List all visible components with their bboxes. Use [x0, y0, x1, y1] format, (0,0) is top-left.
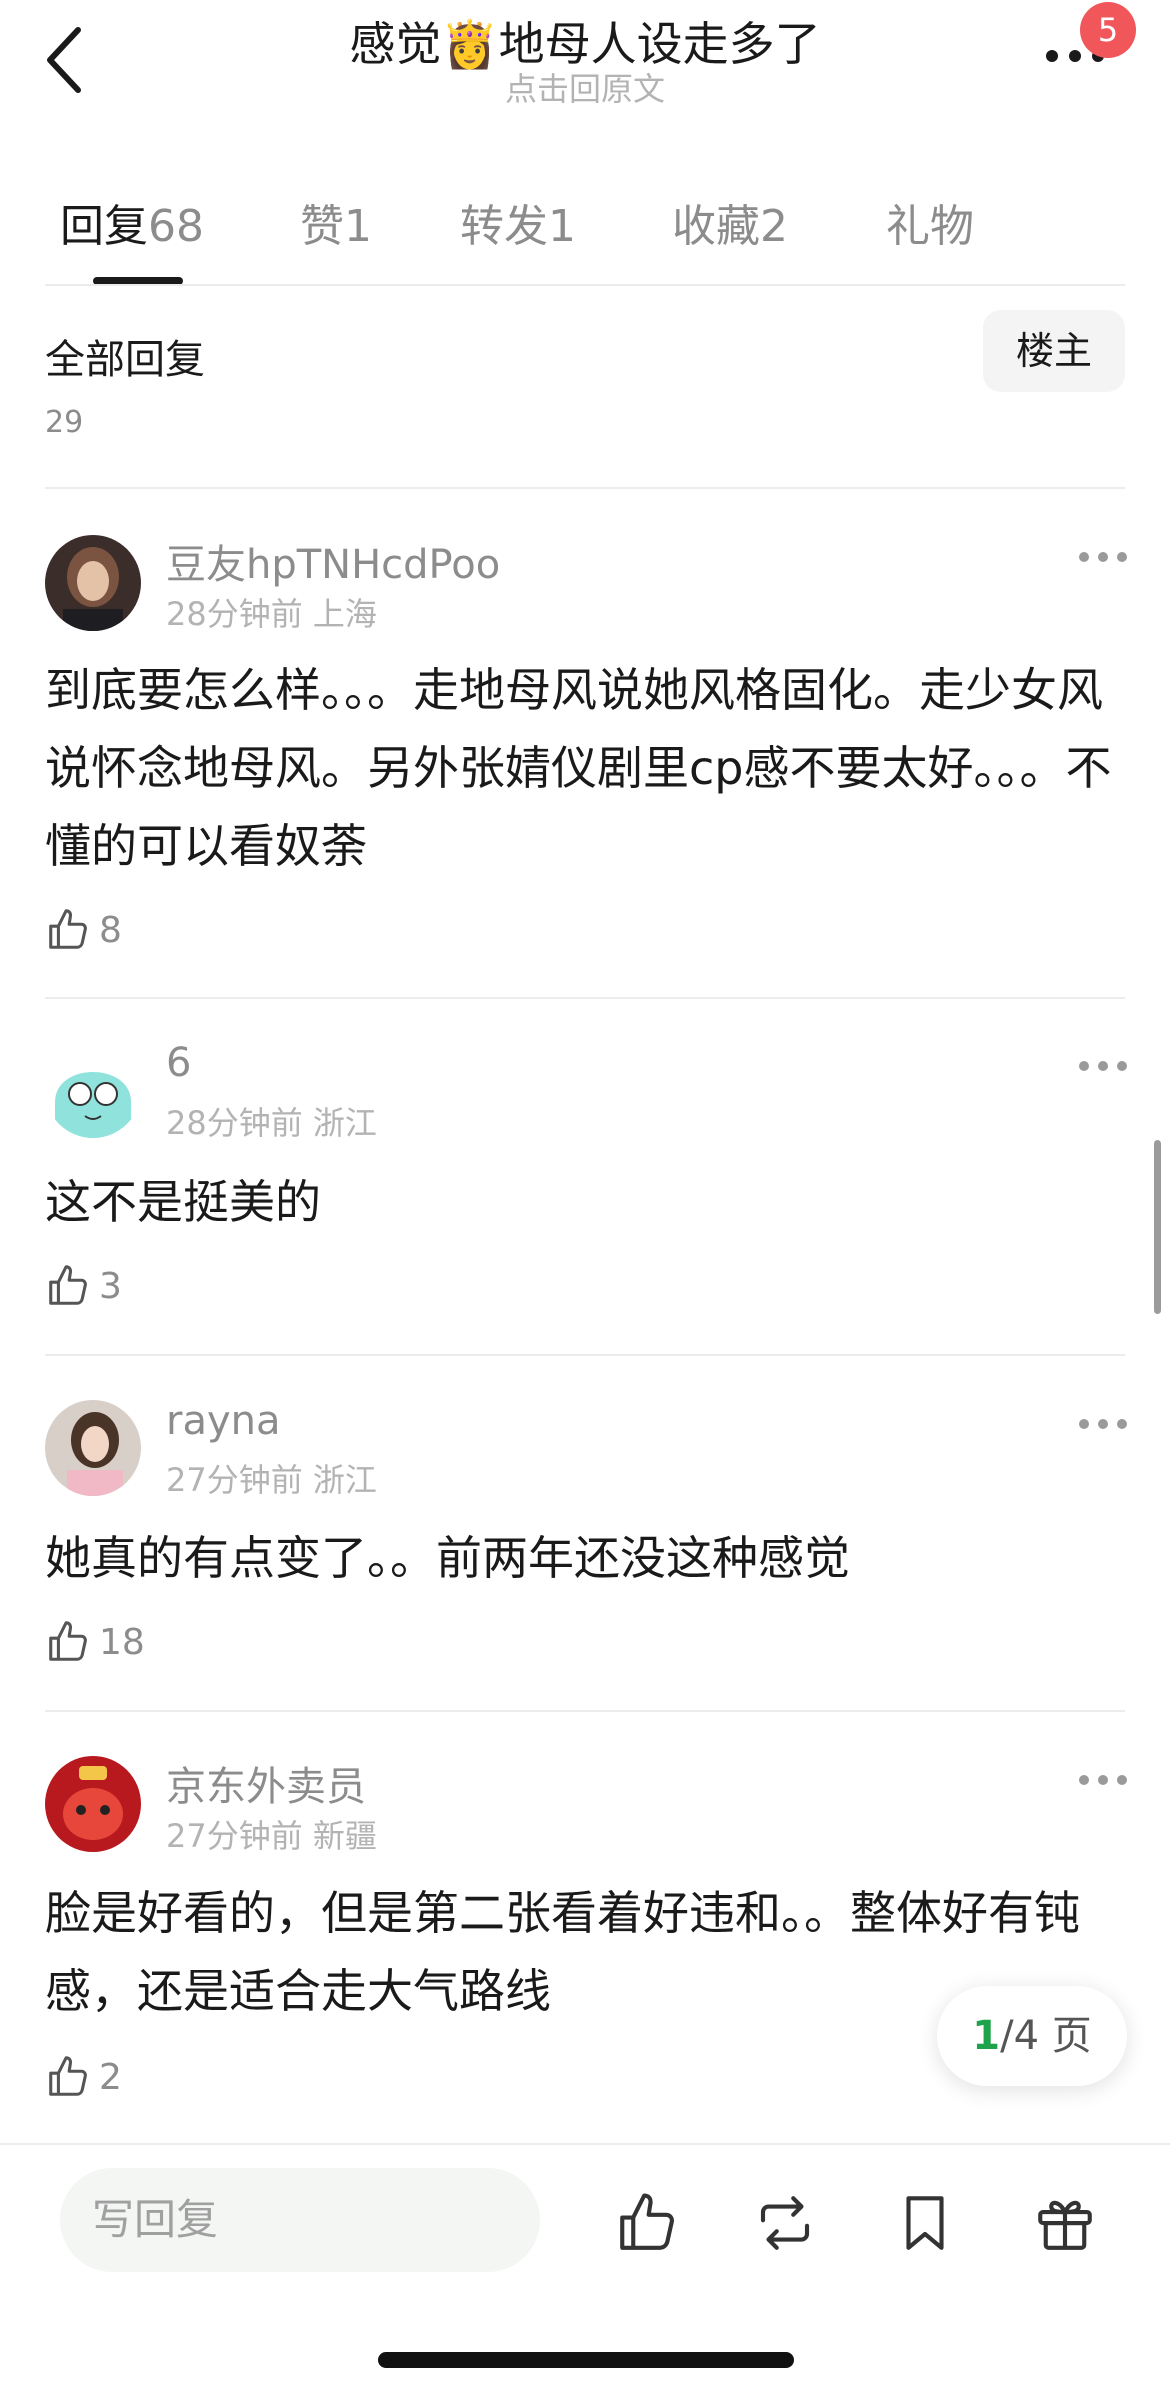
thumb-up-icon: [49, 2056, 87, 2096]
avatar[interactable]: [45, 1756, 141, 1852]
comment-more-icon[interactable]: [1078, 1058, 1128, 1074]
comment-time: 28分钟前: [166, 595, 303, 633]
gift-icon[interactable]: [1032, 2190, 1098, 2256]
like-count: 8: [99, 909, 122, 951]
like-button[interactable]: 3: [45, 1261, 122, 1311]
avatar[interactable]: [45, 535, 141, 631]
username[interactable]: 6: [166, 1040, 191, 1086]
thumb-up-icon: [49, 1621, 87, 1661]
tab-label: 礼物: [886, 201, 974, 252]
comment-more-icon[interactable]: [1078, 1772, 1128, 1788]
comment-meta: 28分钟前 上海: [166, 589, 377, 635]
total-pages: /4 页: [1000, 2013, 1092, 2059]
tab-likes[interactable]: 赞1: [300, 190, 372, 254]
comment-location: 浙江: [312, 1461, 377, 1499]
username[interactable]: 豆友hpTNHcdPoo: [166, 532, 500, 590]
like-button[interactable]: 29: [45, 405, 83, 441]
comment-divider: [45, 997, 1125, 999]
comment-more-icon[interactable]: [1078, 1416, 1128, 1432]
username[interactable]: 京东外卖员: [166, 1754, 366, 1812]
comment-meta: 27分钟前 浙江: [166, 1455, 377, 1501]
comment-location: 浙江: [312, 1104, 377, 1142]
thumb-up-icon: [49, 909, 87, 949]
comment-meta: 27分钟前 新疆: [166, 1811, 377, 1857]
all-replies-label: 全部回复: [45, 337, 205, 383]
tab-count: 68: [148, 201, 204, 252]
scrollbar[interactable]: [1154, 1140, 1161, 1314]
like-count: 29: [45, 405, 84, 440]
notification-badge: 5: [1080, 2, 1136, 58]
comment-location: 上海: [312, 595, 377, 633]
comment-divider: [45, 1354, 1125, 1356]
like-button[interactable]: 2: [45, 2052, 122, 2102]
like-icon[interactable]: [614, 2190, 680, 2256]
tab-count: 2: [760, 201, 788, 252]
tab-label: 赞: [300, 201, 344, 252]
comment-text: 这不是挺美的: [45, 1175, 321, 1229]
tab-label: 收藏: [672, 201, 760, 252]
comment-divider: [45, 1710, 1125, 1712]
back-to-original-link[interactable]: 点击回原文: [0, 64, 1170, 110]
like-count: 2: [99, 2056, 122, 2098]
like-button[interactable]: 8: [45, 905, 122, 955]
like-count: 18: [99, 1621, 145, 1663]
repost-icon[interactable]: [752, 2190, 818, 2256]
thumb-up-icon: [49, 1265, 87, 1305]
avatar[interactable]: [45, 1042, 141, 1138]
tab-reposts[interactable]: 转发1: [460, 190, 576, 254]
tab-favorites[interactable]: 收藏2: [672, 190, 788, 254]
tab-label: 转发: [460, 201, 548, 252]
tabs-divider: [45, 284, 1125, 286]
like-count: 3: [99, 1265, 122, 1307]
comment-location: 新疆: [312, 1817, 377, 1855]
home-indicator[interactable]: [378, 2352, 794, 2368]
username[interactable]: rayna: [166, 1398, 281, 1444]
tab-count: 1: [344, 201, 372, 252]
bookmark-icon[interactable]: [892, 2190, 958, 2256]
comment-text: 她真的有点变了。。前两年还没这种感觉: [45, 1531, 850, 1585]
comment-text: 到底要怎么样。。。走地母风说她风格固化。走少女风说怀念地母风。另外张婧仪剧里cp…: [45, 663, 1112, 873]
comment-time: 27分钟前: [166, 1461, 303, 1499]
reply-input[interactable]: 写回复: [60, 2168, 540, 2272]
current-page: 1: [972, 2013, 1001, 2059]
tab-gifts[interactable]: 礼物: [886, 190, 974, 254]
comment-time: 28分钟前: [166, 1104, 303, 1142]
op-only-button[interactable]: 楼主: [983, 310, 1125, 392]
comment-meta: 28分钟前 浙江: [166, 1098, 377, 1144]
bottom-bar-divider: [0, 2143, 1170, 2145]
tab-label: 回复: [60, 201, 148, 252]
tab-count: 1: [548, 201, 576, 252]
tab-replies[interactable]: 回复68: [60, 190, 204, 254]
comment-divider: [45, 487, 1125, 489]
pagination-pill[interactable]: 1/4 页: [937, 1986, 1127, 2086]
comment-time: 27分钟前: [166, 1817, 303, 1855]
like-button[interactable]: 18: [45, 1617, 145, 1667]
comment-more-icon[interactable]: [1078, 549, 1128, 565]
avatar[interactable]: [45, 1400, 141, 1496]
